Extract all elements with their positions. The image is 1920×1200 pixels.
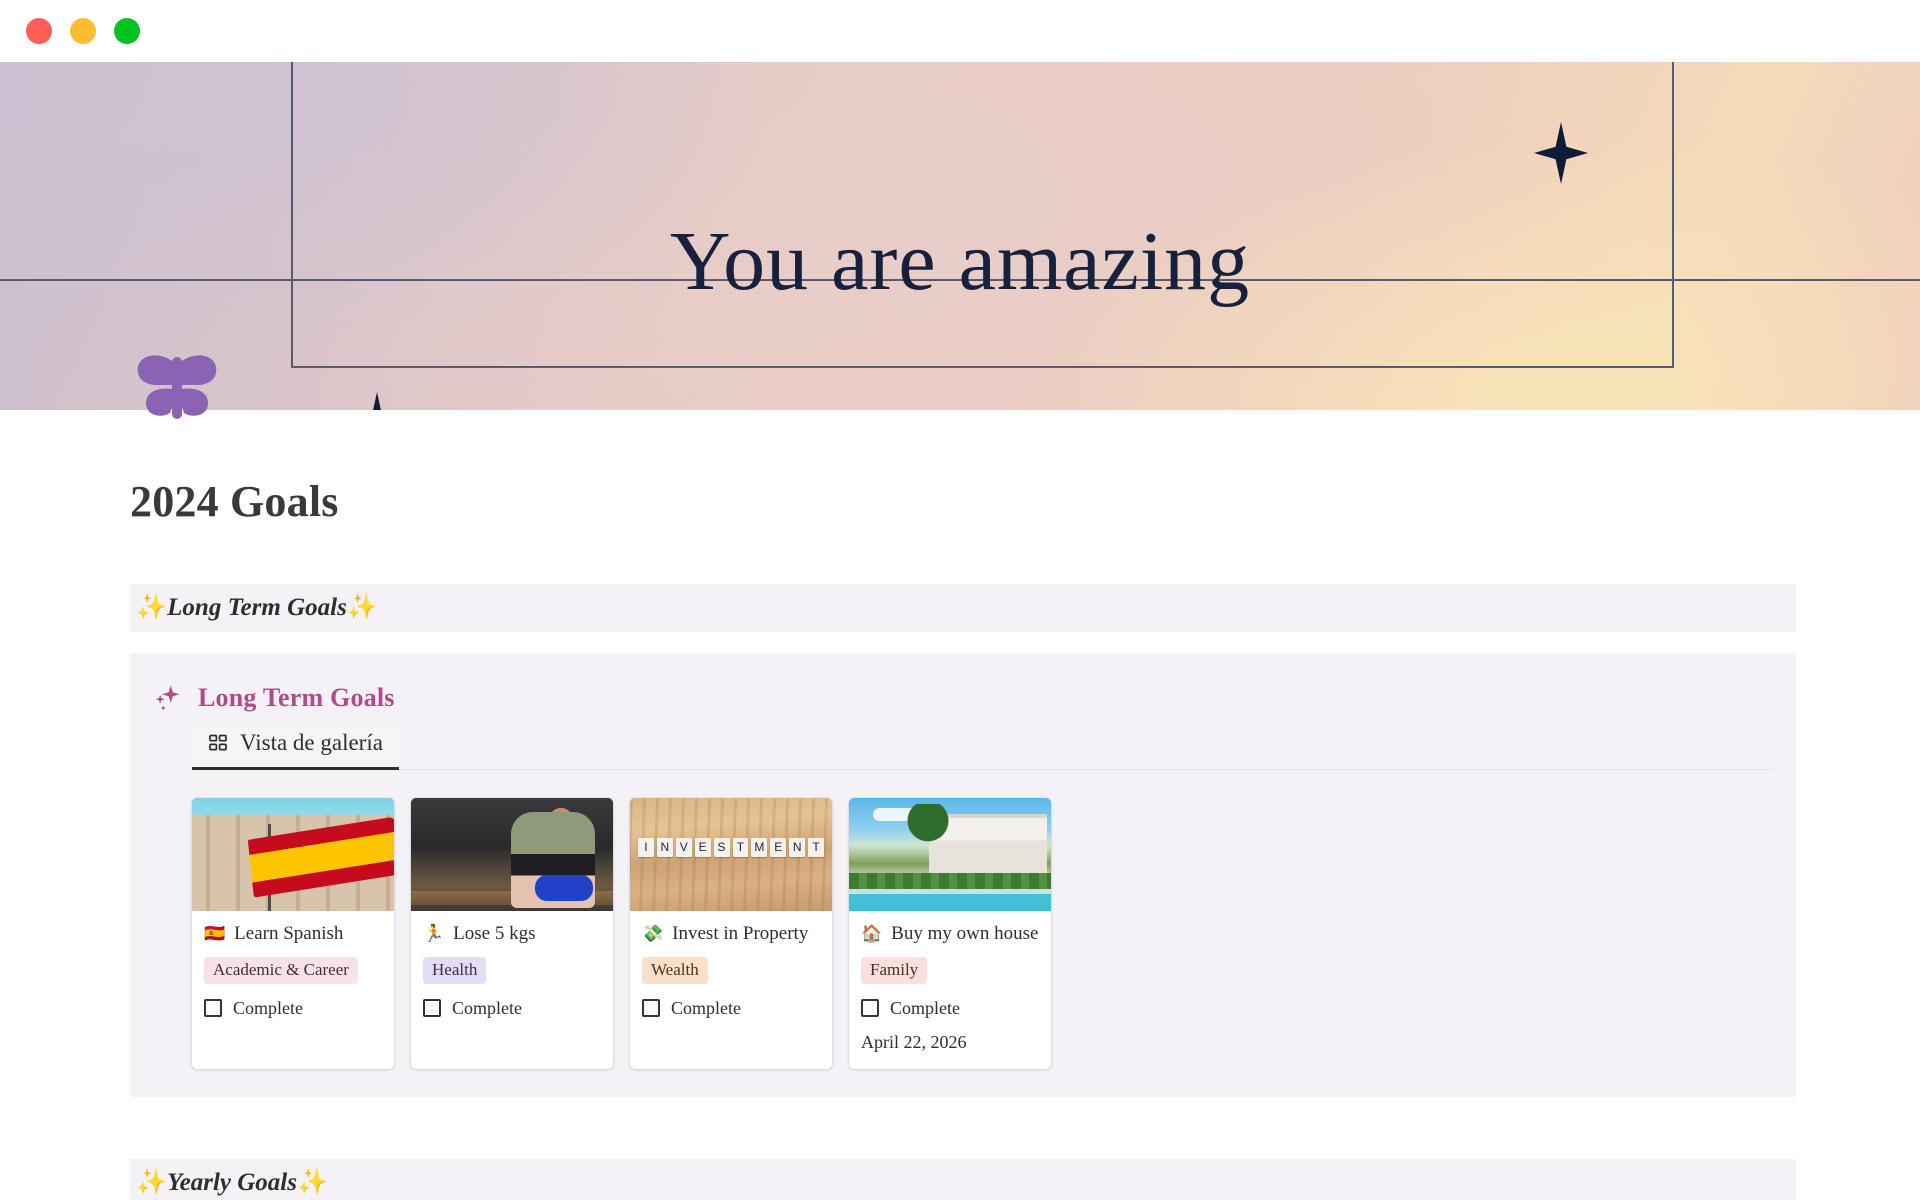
card-tag[interactable]: Academic & Career — [204, 956, 358, 984]
page-body: 2024 Goals ✨Long Term Goals✨ Long Term G… — [0, 476, 1920, 1200]
card-title: Buy my own house — [891, 923, 1039, 944]
database-title[interactable]: Long Term Goals — [198, 683, 395, 713]
complete-label: Complete — [233, 997, 303, 1018]
maximize-button[interactable] — [114, 18, 140, 44]
window-traffic-lights — [26, 18, 140, 44]
gallery-card[interactable]: 🇪🇸 Learn Spanish Academic & Career Compl… — [192, 798, 394, 1069]
card-title: Invest in Property — [672, 923, 809, 944]
card-body: 🏠 Buy my own house Family Complete April… — [849, 911, 1051, 1069]
section-band-yearly-goals[interactable]: ✨Yearly Goals✨ — [130, 1158, 1796, 1200]
investment-scrabble-tiles-photo: INVESTMENT — [630, 798, 832, 911]
card-tag[interactable]: Health — [423, 956, 487, 984]
complete-label: Complete — [671, 997, 741, 1018]
card-title-row: 🇪🇸 Learn Spanish — [204, 923, 382, 945]
money-with-wings-emoji: 💸 — [642, 924, 664, 944]
card-title-row: 🏃 Lose 5 kgs — [423, 923, 601, 945]
butterfly-icon[interactable] — [136, 355, 218, 426]
spanish-flag-building-photo — [192, 798, 394, 911]
complete-checkbox[interactable] — [642, 999, 660, 1018]
section-band-long-term-goals[interactable]: ✨Long Term Goals✨ — [130, 584, 1796, 632]
complete-label: Complete — [890, 997, 960, 1018]
database-view-tabs: Vista de galería — [130, 723, 1796, 770]
flag-spain-emoji: 🇪🇸 — [204, 924, 226, 944]
tab-vista-de-galeria[interactable]: Vista de galería — [192, 723, 399, 770]
tab-label: Vista de galería — [240, 730, 383, 755]
card-checkbox-row[interactable]: Complete — [204, 998, 382, 1019]
card-checkbox-row[interactable]: Complete — [642, 998, 820, 1019]
card-date[interactable]: April 22, 2026 — [861, 1032, 1039, 1053]
window-titlebar — [0, 0, 1920, 62]
card-title-row: 🏠 Buy my own house — [861, 923, 1039, 945]
section-band-label: Long Term Goals — [167, 594, 347, 621]
banner-headline: You are amazing — [669, 215, 1251, 308]
sparkles-emoji: ✨ — [346, 594, 378, 621]
gallery-card[interactable]: INVESTMENT 💸 Invest in Property Wealth C… — [630, 798, 832, 1069]
tabs-divider — [192, 769, 1774, 770]
close-button[interactable] — [26, 18, 52, 44]
card-body: 💸 Invest in Property Wealth Complete — [630, 911, 832, 1069]
card-title: Lose 5 kgs — [453, 923, 536, 944]
complete-label: Complete — [452, 997, 522, 1018]
minimize-button[interactable] — [70, 18, 96, 44]
sparkles-emoji: ✨ — [136, 1168, 168, 1196]
gallery-card[interactable]: 🏃 Lose 5 kgs Health Complete — [411, 798, 613, 1069]
database-header: Long Term Goals — [130, 683, 1796, 713]
sparkles-emoji: ✨ — [136, 594, 168, 621]
card-checkbox-row[interactable]: Complete — [423, 998, 601, 1019]
gallery-grid-icon — [209, 734, 227, 751]
embedded-database-long-term-goals: Long Term Goals Vista de galería 🇪🇸 Lear… — [130, 653, 1796, 1097]
page-title: 2024 Goals — [130, 477, 339, 526]
card-checkbox-row[interactable]: Complete — [861, 998, 1039, 1019]
card-title-row: 💸 Invest in Property — [642, 923, 820, 945]
card-body: 🏃 Lose 5 kgs Health Complete — [411, 911, 613, 1069]
complete-checkbox[interactable] — [423, 999, 441, 1018]
sparkles-emoji: ✨ — [297, 1168, 329, 1196]
gallery-card[interactable]: 🏠 Buy my own house Family Complete April… — [849, 798, 1051, 1069]
runner-emoji: 🏃 — [423, 924, 445, 944]
complete-checkbox[interactable] — [204, 999, 222, 1018]
sparkles-icon — [155, 685, 180, 711]
section-band-label: Yearly Goals — [167, 1168, 297, 1196]
card-title: Learn Spanish — [234, 923, 344, 944]
card-body: 🇪🇸 Learn Spanish Academic & Career Compl… — [192, 911, 394, 1069]
card-tag[interactable]: Wealth — [642, 956, 708, 984]
gallery-card-list: 🇪🇸 Learn Spanish Academic & Career Compl… — [130, 798, 1796, 1069]
four-point-star-icon — [344, 392, 410, 410]
gym-workout-photo — [411, 798, 613, 911]
card-tag[interactable]: Family — [861, 956, 928, 984]
scrabble-letters: INVESTMENT — [637, 838, 825, 857]
page-cover-banner[interactable]: You are amazing — [0, 62, 1920, 410]
complete-checkbox[interactable] — [861, 999, 879, 1018]
house-emoji: 🏠 — [861, 924, 883, 944]
house-with-pool-photo — [849, 798, 1051, 911]
